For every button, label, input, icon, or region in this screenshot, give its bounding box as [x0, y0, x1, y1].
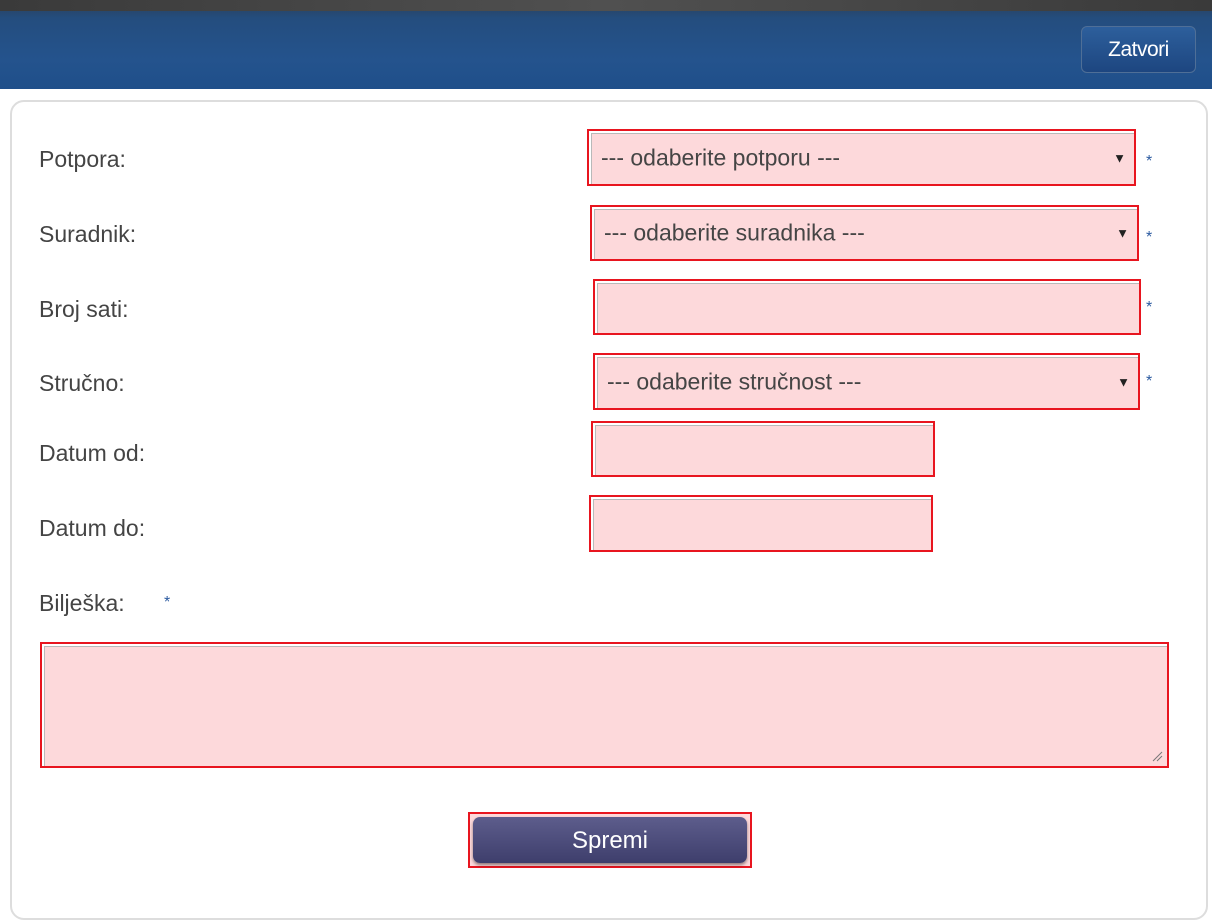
- suradnik-label: Suradnik:: [39, 221, 137, 247]
- broj-sati-required-star: *: [1146, 299, 1153, 316]
- potpora-select[interactable]: --- odaberite potporu --- ▼: [587, 129, 1136, 186]
- suradnik-select[interactable]: --- odaberite suradnika --- ▼: [590, 205, 1139, 261]
- biljeska-textarea[interactable]: [40, 642, 1169, 768]
- chevron-down-icon: ▼: [1116, 225, 1129, 241]
- potpora-select-value: --- odaberite potporu ---: [601, 144, 841, 170]
- top-bar: Zatvori: [0, 0, 1212, 89]
- biljeska-label: Bilješka:: [39, 590, 125, 616]
- datum-do-label: Datum do:: [39, 515, 146, 541]
- close-button[interactable]: Zatvori: [1081, 26, 1196, 73]
- chevron-down-icon: ▼: [1113, 150, 1126, 165]
- datum-od-input[interactable]: [591, 421, 935, 477]
- broj-sati-label: Broj sati:: [39, 296, 129, 322]
- potpora-required-star: *: [1146, 153, 1153, 170]
- save-button-outline: Spremi: [468, 812, 752, 868]
- suradnik-required-star: *: [1146, 229, 1153, 246]
- strucno-required-star: *: [1146, 373, 1153, 390]
- broj-sati-input[interactable]: [593, 279, 1141, 335]
- strucno-select[interactable]: --- odaberite stručnost --- ▼: [593, 353, 1140, 410]
- biljeska-required-star: *: [164, 594, 171, 611]
- save-button[interactable]: Spremi: [473, 817, 747, 863]
- chevron-down-icon: ▼: [1117, 374, 1130, 389]
- strucno-label: Stručno:: [39, 370, 125, 396]
- datum-do-input[interactable]: [589, 495, 933, 552]
- datum-od-label: Datum od:: [39, 440, 146, 466]
- resize-grip-icon[interactable]: [1151, 750, 1163, 762]
- suradnik-select-value: --- odaberite suradnika ---: [604, 219, 865, 246]
- strucno-select-value: --- odaberite stručnost ---: [607, 368, 862, 394]
- potpora-label: Potpora:: [39, 146, 126, 172]
